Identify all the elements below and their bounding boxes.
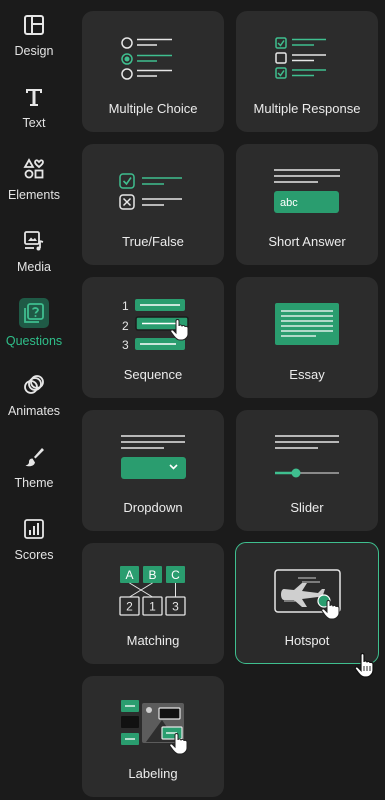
true-false-icon (119, 173, 182, 210)
svg-text:B: B (148, 568, 156, 582)
sidebar-item-theme[interactable]: Theme (0, 432, 68, 504)
layout-icon (21, 12, 47, 38)
dropdown-icon (121, 435, 186, 479)
question-icon (19, 298, 49, 328)
svg-text:3: 3 (122, 338, 129, 352)
matching-icon: A B C 2 1 3 (119, 566, 186, 616)
card-label: Labeling (128, 766, 178, 781)
sidebar-item-scores[interactable]: Scores (0, 504, 68, 576)
sidebar-item-label: Scores (14, 548, 54, 562)
sidebar-item-label: Questions (5, 334, 63, 348)
sidebar-item-animates[interactable]: Animates (0, 360, 68, 432)
question-type-multiple-choice[interactable]: Multiple Choice (82, 11, 224, 132)
slider-icon (275, 435, 339, 478)
question-type-dropdown[interactable]: Dropdown (82, 410, 224, 531)
svg-text:2: 2 (126, 600, 133, 614)
question-type-essay[interactable]: Essay (236, 277, 378, 398)
question-type-sequence[interactable]: 1 2 3 Sequence (82, 277, 224, 398)
sidebar-item-questions[interactable]: Questions (0, 288, 68, 360)
multiple-choice-icon (121, 37, 172, 80)
card-label: Hotspot (284, 633, 330, 648)
card-label: Short Answer (268, 234, 346, 249)
sidebar-item-label: Elements (7, 188, 61, 202)
shapes-icon (21, 156, 47, 182)
sidebar-item-media[interactable]: Media (0, 216, 68, 288)
sidebar-item-label: Text (22, 116, 46, 130)
labeling-icon (121, 700, 188, 755)
svg-text:1: 1 (122, 299, 129, 313)
question-type-matching[interactable]: A B C 2 1 3 Matching (82, 543, 224, 664)
svg-text:A: A (125, 568, 133, 582)
card-label: Matching (126, 633, 180, 648)
card-label: Slider (290, 500, 324, 515)
svg-text:1: 1 (149, 600, 156, 614)
brush-icon (21, 444, 47, 470)
question-type-labeling[interactable]: Labeling (82, 676, 224, 797)
question-type-short-answer[interactable]: abc Short Answer (236, 144, 378, 265)
sidebar-item-elements[interactable]: Elements (0, 144, 68, 216)
card-label: True/False (122, 234, 184, 249)
card-label: Multiple Response (253, 101, 361, 116)
question-type-slider[interactable]: Slider (236, 410, 378, 531)
svg-text:C: C (171, 568, 180, 582)
svg-text:3: 3 (172, 600, 179, 614)
text-t-icon (21, 84, 47, 110)
multiple-response-icon (275, 37, 326, 79)
sidebar: Design Text Elements Media Questions Ani… (0, 0, 68, 800)
sidebar-item-text[interactable]: Text (0, 72, 68, 144)
essay-icon (275, 303, 339, 345)
card-label: Sequence (123, 367, 183, 382)
rings-icon (21, 372, 47, 398)
card-label: Dropdown (123, 500, 183, 515)
sidebar-item-label: Design (14, 44, 54, 58)
card-label: Multiple Choice (108, 101, 198, 116)
short-answer-icon: abc (274, 169, 340, 213)
hotspot-icon (274, 569, 341, 620)
short-answer-field-text: abc (280, 197, 298, 209)
sidebar-item-label: Media (16, 260, 52, 274)
question-type-true-false[interactable]: True/False (82, 144, 224, 265)
svg-text:2: 2 (122, 319, 129, 333)
question-type-multiple-response[interactable]: Multiple Response (236, 11, 378, 132)
chart-icon (21, 516, 47, 542)
card-label: Essay (289, 367, 325, 382)
sequence-icon: 1 2 3 (122, 299, 189, 352)
sidebar-item-label: Theme (14, 476, 54, 490)
hand-cursor-icon (354, 652, 374, 678)
question-type-hotspot[interactable]: Hotspot (235, 542, 379, 664)
sidebar-item-label: Animates (7, 404, 61, 418)
sidebar-item-design[interactable]: Design (0, 0, 68, 72)
media-icon (21, 228, 47, 254)
